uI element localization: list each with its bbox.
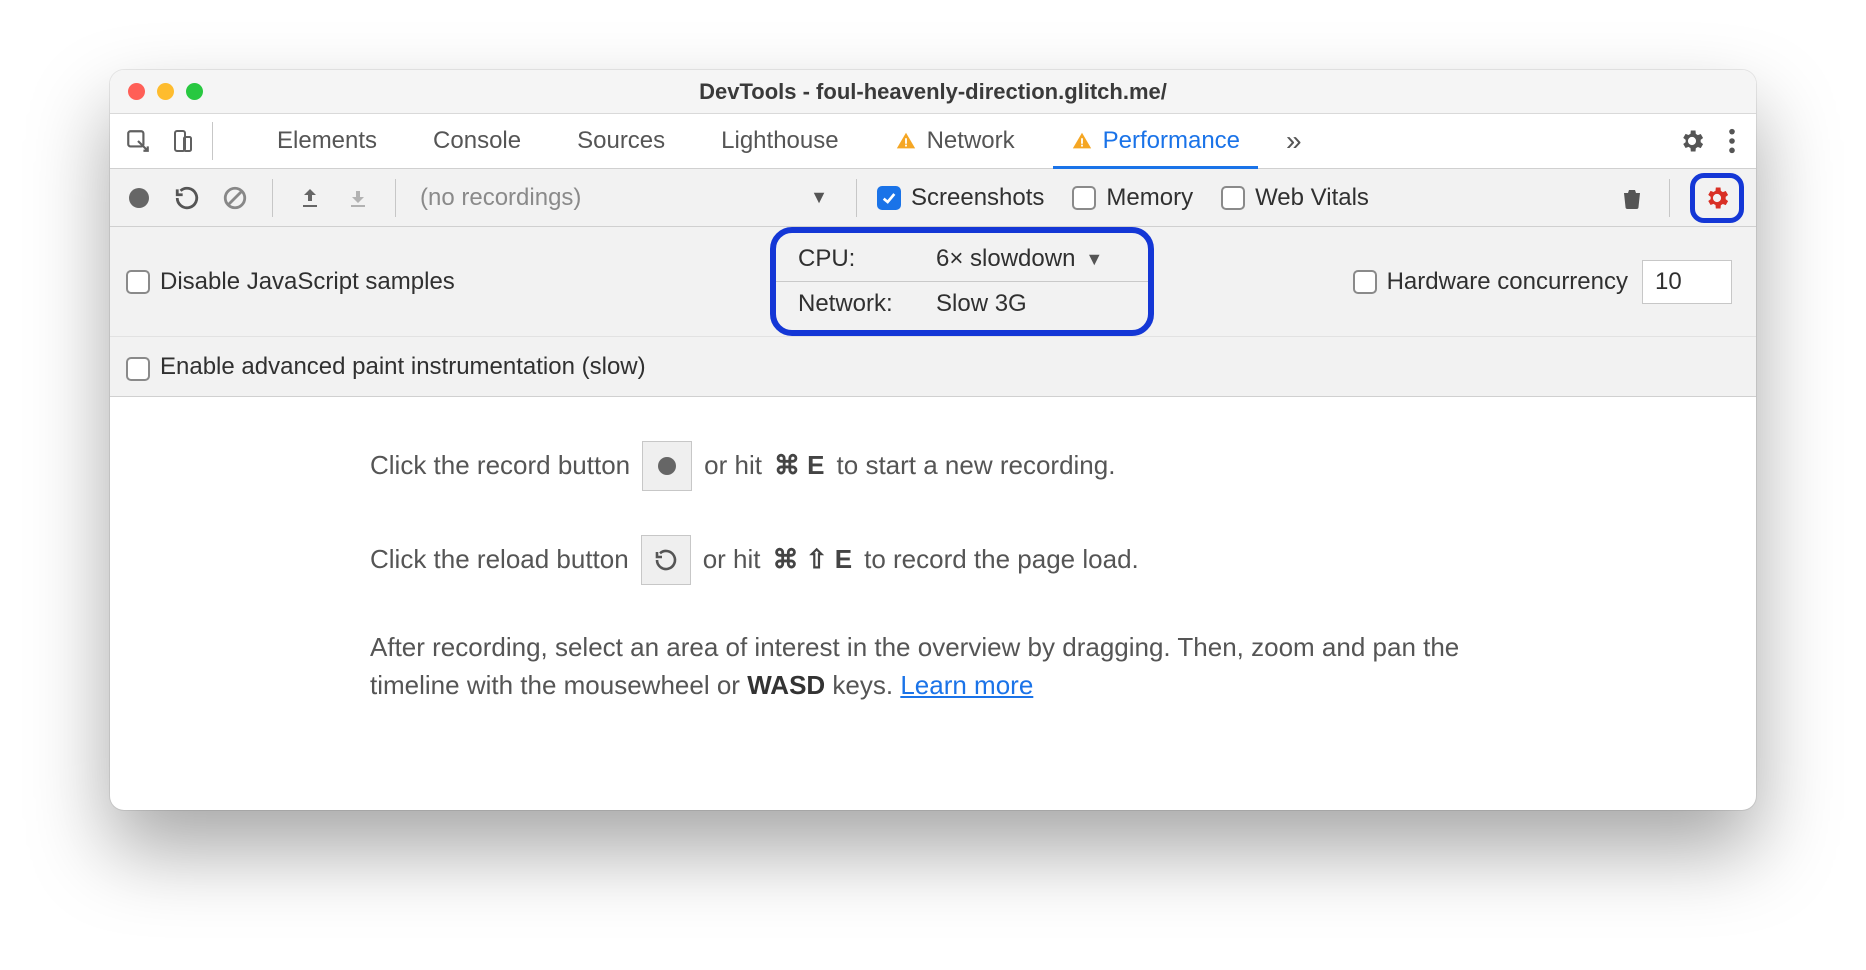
performance-toolbar: (no recordings) ▼ Screenshots Memory Web… (110, 169, 1756, 227)
reload-icon (641, 535, 691, 585)
clear-button[interactable] (218, 181, 252, 215)
divider (395, 179, 396, 217)
chevron-down-icon: ▼ (1085, 249, 1103, 270)
network-label: Network: (798, 290, 918, 318)
zoom-window-button[interactable] (186, 83, 203, 100)
network-value: Slow 3G (936, 290, 1027, 318)
tab-console[interactable]: Console (405, 114, 549, 169)
network-throttle-select[interactable]: Network: Slow 3G (776, 281, 1148, 326)
tab-network[interactable]: Network (867, 114, 1043, 169)
checkbox-icon (1221, 186, 1245, 210)
capture-settings-button[interactable] (1690, 173, 1744, 223)
gear-icon (1703, 184, 1731, 212)
hw-concurrency-input[interactable]: 10 (1642, 260, 1732, 304)
tabstrip-right (1678, 127, 1736, 155)
record-icon (642, 441, 692, 491)
window-controls (128, 83, 203, 100)
minimize-window-button[interactable] (157, 83, 174, 100)
divider (1669, 179, 1670, 217)
device-toolbar-icon[interactable] (160, 121, 204, 161)
tab-label: Network (927, 127, 1015, 155)
text: to start a new recording. (837, 447, 1116, 485)
reload-record-button[interactable] (170, 181, 204, 215)
tab-sources[interactable]: Sources (549, 114, 693, 169)
checkbox-label: Enable advanced paint instrumentation (s… (160, 353, 646, 381)
checkbox-icon (126, 270, 150, 294)
throttling-highlight: CPU: 6× slowdown ▼ Network: Slow 3G (770, 227, 1154, 336)
tab-elements[interactable]: Elements (249, 114, 405, 169)
garbage-collect-icon[interactable] (1615, 181, 1649, 215)
checkbox-icon (126, 357, 150, 381)
text: or hit (704, 447, 762, 485)
screenshots-checkbox[interactable]: Screenshots (877, 184, 1044, 212)
paint-instrumentation-checkbox[interactable]: Enable advanced paint instrumentation (s… (126, 353, 646, 381)
hw-concurrency-value: 10 (1655, 268, 1682, 296)
divider (272, 179, 273, 217)
tab-performance[interactable]: Performance (1043, 114, 1268, 169)
checkbox-icon (877, 186, 901, 210)
checkbox-icon (1072, 186, 1096, 210)
checkbox-label: Memory (1106, 184, 1193, 212)
checkbox-label: Disable JavaScript samples (160, 268, 455, 296)
warning-icon (1071, 130, 1093, 152)
kebab-menu-icon[interactable] (1728, 127, 1736, 155)
memory-checkbox[interactable]: Memory (1072, 184, 1193, 212)
text: Click the record button (370, 447, 630, 485)
checkbox-label: Hardware concurrency (1387, 268, 1628, 296)
checkbox-label: Screenshots (911, 184, 1044, 212)
chevron-down-icon: ▼ (810, 187, 828, 208)
save-profile-button[interactable] (341, 181, 375, 215)
more-tabs-button[interactable]: » (1268, 125, 1320, 157)
settings-icon[interactable] (1678, 127, 1706, 155)
text: to record the page load. (864, 541, 1139, 579)
wasd: WASD (747, 670, 825, 700)
performance-landing: Click the record button or hit ⌘ E to st… (110, 397, 1756, 704)
window-title: DevTools - foul-heavenly-direction.glitc… (110, 79, 1756, 105)
inspect-element-icon[interactable] (116, 121, 160, 161)
disable-js-checkbox[interactable]: Disable JavaScript samples (126, 268, 455, 296)
recordings-dropdown[interactable]: (no recordings) ▼ (416, 184, 836, 212)
recordings-label: (no recordings) (420, 184, 581, 212)
tab-label: Sources (577, 127, 665, 155)
cpu-label: CPU: (798, 245, 918, 273)
cpu-throttle-select[interactable]: CPU: 6× slowdown ▼ (776, 237, 1148, 281)
close-window-button[interactable] (128, 83, 145, 100)
shortcut: ⌘ E (774, 447, 825, 485)
titlebar: DevTools - foul-heavenly-direction.glitc… (110, 70, 1756, 114)
warning-icon (895, 130, 917, 152)
text: Click the reload button (370, 541, 629, 579)
webvitals-checkbox[interactable]: Web Vitals (1221, 184, 1369, 212)
hint-zoom: After recording, select an area of inter… (370, 629, 1496, 704)
learn-more-link[interactable]: Learn more (900, 670, 1033, 700)
cpu-value: 6× slowdown (936, 245, 1075, 273)
divider (212, 122, 213, 160)
capture-settings-panel: Disable JavaScript samples CPU: 6× slowd… (110, 227, 1756, 397)
text: or hit (703, 541, 761, 579)
record-button[interactable] (122, 181, 156, 215)
hw-concurrency-checkbox[interactable]: Hardware concurrency (1353, 268, 1628, 296)
text: keys. (825, 670, 900, 700)
devtools-window: DevTools - foul-heavenly-direction.glitc… (110, 70, 1756, 810)
tab-label: Lighthouse (721, 127, 838, 155)
checkbox-icon (1353, 270, 1377, 294)
load-profile-button[interactable] (293, 181, 327, 215)
checkbox-label: Web Vitals (1255, 184, 1369, 212)
tab-label: Console (433, 127, 521, 155)
divider (856, 179, 857, 217)
hint-record: Click the record button or hit ⌘ E to st… (370, 441, 1496, 491)
tabstrip-inner: Elements Console Sources Lighthouse Netw… (249, 114, 1678, 169)
tab-label: Performance (1103, 127, 1240, 155)
hint-reload: Click the reload button or hit ⌘ ⇧ E to … (370, 535, 1496, 585)
tab-lighthouse[interactable]: Lighthouse (693, 114, 866, 169)
shortcut: ⌘ ⇧ E (773, 541, 853, 579)
tab-label: Elements (277, 127, 377, 155)
panel-tabstrip: Elements Console Sources Lighthouse Netw… (110, 114, 1756, 169)
